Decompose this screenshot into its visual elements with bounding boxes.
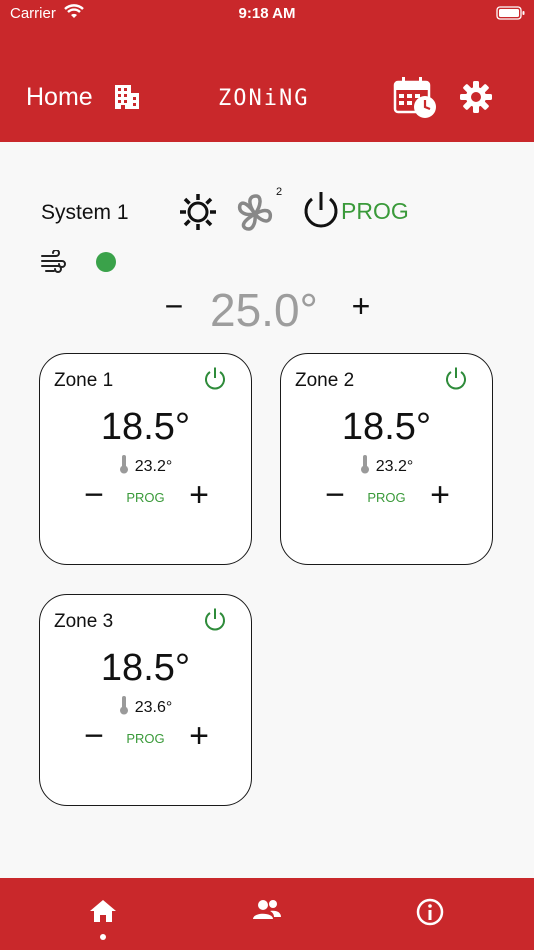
setpoint-value: 25.0° [210,284,318,336]
zone-program-label[interactable]: PROG [40,490,251,505]
zone-current-temp: 23.6° [40,695,251,720]
zone-name: Zone 1 [54,370,114,391]
system-name: System 1 [41,201,129,224]
calendar-clock-icon[interactable] [392,76,438,125]
program-label[interactable]: PROG [341,198,409,225]
app-header: Carrier 9:18 AM Home ZONiNG [0,0,534,142]
zone-current-value: 23.6° [134,699,173,716]
power-icon[interactable] [301,190,341,237]
zone-name: Zone 2 [295,370,355,391]
zone-name: Zone 3 [54,611,114,632]
zone-program-label[interactable]: PROG [281,490,492,505]
setpoint-increase-button[interactable]: + [347,288,375,325]
wind-icon[interactable] [40,249,68,281]
zone-increase-button[interactable]: + [185,717,213,756]
power-icon[interactable] [444,366,468,397]
info-icon[interactable] [416,898,444,931]
thermometer-icon [119,695,129,720]
sun-icon[interactable] [178,192,218,237]
thermometer-icon [360,454,370,479]
zone-setpoint: 18.5° [100,406,191,448]
status-indicator [96,252,116,272]
setpoint-decrease-button[interactable]: − [160,288,188,325]
users-icon[interactable] [252,898,282,927]
zone-card[interactable]: Zone 3 18.5° 23.6° − PROG + [39,594,252,806]
active-tab-indicator [100,934,106,940]
zone-current-value: 23.2° [134,458,173,475]
zone-card[interactable]: Zone 2 18.5° 23.2° − PROG + [280,353,493,565]
fan-speed-label: 2 [276,186,283,198]
zone-current-temp: 23.2° [281,454,492,479]
fan-icon[interactable] [234,192,276,241]
thermometer-icon [119,454,129,479]
building-icon[interactable] [113,83,141,116]
status-bar: Carrier 9:18 AM [0,0,534,30]
home-icon[interactable] [89,898,117,929]
zone-setpoint: 18.5° [100,647,191,689]
zone-program-label[interactable]: PROG [40,731,251,746]
zone-increase-button[interactable]: + [426,476,454,515]
brand-logo: ZONiNG [218,86,310,111]
gear-icon[interactable] [459,80,493,119]
clock-label: 9:18 AM [238,5,296,22]
zone-setpoint: 18.5° [341,406,432,448]
power-icon[interactable] [203,366,227,397]
zone-card[interactable]: Zone 1 18.5° 23.2° − PROG + [39,353,252,565]
battery-icon [496,5,526,26]
power-icon[interactable] [203,607,227,638]
zone-increase-button[interactable]: + [185,476,213,515]
tab-bar [0,878,534,950]
zone-current-temp: 23.2° [40,454,251,479]
home-title[interactable]: Home [26,83,93,112]
zone-current-value: 23.2° [375,458,414,475]
